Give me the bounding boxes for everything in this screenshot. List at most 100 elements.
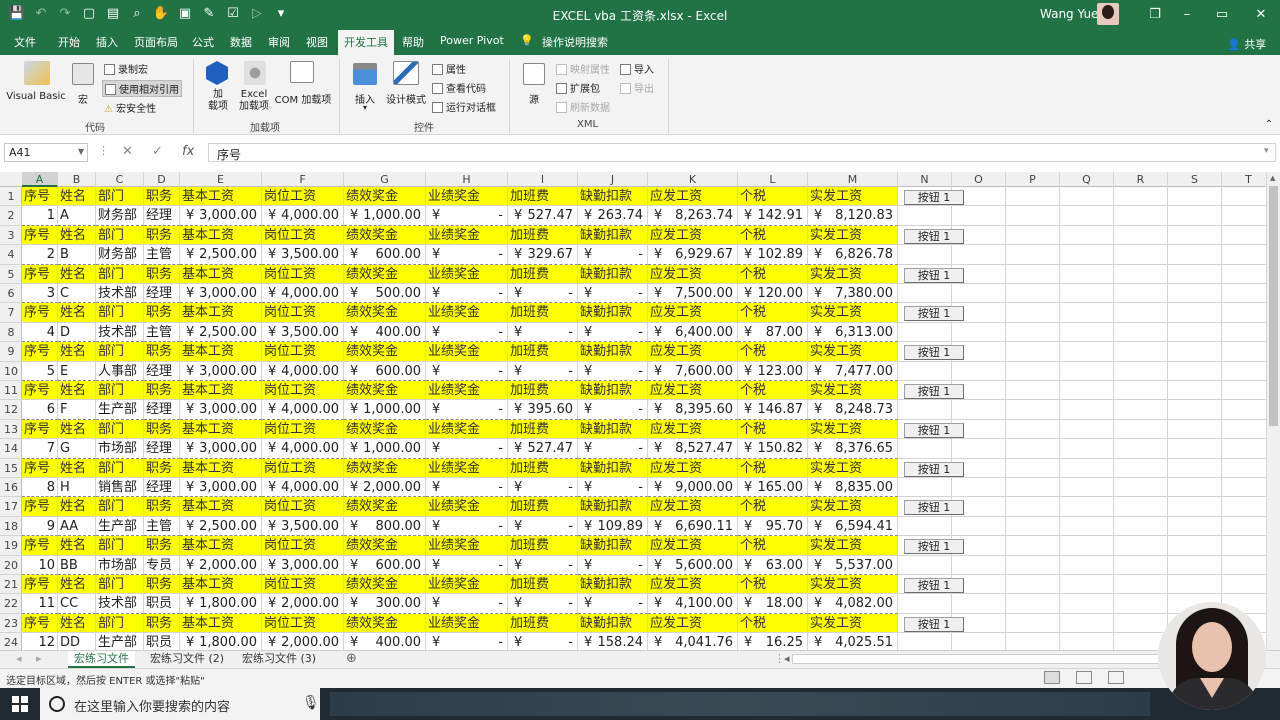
header-cell[interactable]: 姓名 — [58, 458, 96, 478]
data-cell[interactable]: CC — [58, 594, 96, 614]
empty-cell[interactable] — [1114, 361, 1168, 381]
empty-cell[interactable] — [1060, 303, 1114, 323]
empty-cell[interactable] — [1006, 400, 1060, 420]
close-icon[interactable]: ✕ — [1250, 4, 1272, 26]
data-cell[interactable]: ¥ - — [578, 361, 648, 381]
data-cell[interactable]: ¥ - — [426, 478, 508, 498]
data-cell[interactable]: H — [58, 478, 96, 498]
header-cell[interactable]: 加班费 — [508, 381, 578, 401]
data-cell[interactable]: ¥ - — [578, 439, 648, 459]
header-cell[interactable]: 缺勤扣款 — [578, 458, 648, 478]
header-cell[interactable]: 姓名 — [58, 419, 96, 440]
empty-cell[interactable] — [952, 594, 1006, 614]
data-cell[interactable]: ¥2,500.00 — [180, 516, 262, 537]
empty-cell[interactable] — [1114, 497, 1168, 517]
data-cell[interactable]: ¥3,500.00 — [262, 322, 344, 343]
formula-input[interactable]: 序号 — [208, 143, 1276, 162]
data-cell[interactable]: ¥150.82 — [738, 439, 808, 459]
empty-cell[interactable] — [952, 516, 1006, 537]
header-cell[interactable]: 序号 — [22, 575, 58, 595]
empty-cell[interactable] — [952, 555, 1006, 575]
empty-cell[interactable] — [1006, 575, 1060, 595]
header-cell[interactable]: 基本工资 — [180, 497, 262, 517]
data-cell[interactable]: ¥ - — [508, 555, 578, 575]
empty-cell[interactable] — [1168, 322, 1222, 343]
row-header[interactable]: 18 — [0, 517, 22, 537]
header-cell[interactable]: 岗位工资 — [262, 458, 344, 478]
empty-cell[interactable] — [898, 516, 952, 537]
tab-developer[interactable]: 开发工具 — [338, 30, 394, 55]
header-cell[interactable]: 缺勤扣款 — [578, 225, 648, 246]
empty-cell[interactable] — [1006, 419, 1060, 440]
header-cell[interactable]: 个税 — [738, 264, 808, 284]
header-cell[interactable]: 加班费 — [508, 342, 578, 362]
header-cell[interactable]: 应发工资 — [648, 303, 738, 323]
header-cell[interactable]: 个税 — [738, 458, 808, 478]
header-cell[interactable]: 职务 — [144, 497, 180, 517]
data-cell[interactable]: 人事部 — [96, 361, 144, 381]
empty-cell[interactable] — [1222, 265, 1266, 284]
data-cell[interactable]: ¥ - — [578, 245, 648, 265]
header-cell[interactable]: 实发工资 — [808, 613, 898, 634]
empty-cell[interactable] — [1222, 381, 1266, 401]
header-cell[interactable]: 实发工资 — [808, 381, 898, 401]
data-cell[interactable]: ¥ - — [426, 633, 508, 651]
header-cell[interactable]: 实发工资 — [808, 264, 898, 284]
header-cell[interactable]: 应发工资 — [648, 187, 738, 207]
data-cell[interactable]: ¥4,041.76 — [648, 633, 738, 651]
empty-cell[interactable] — [1222, 459, 1266, 478]
header-cell[interactable]: 部门 — [96, 613, 144, 634]
macro-button[interactable]: 按钮 1 — [904, 578, 964, 593]
header-cell[interactable]: 基本工资 — [180, 536, 262, 556]
data-cell[interactable]: ¥ - — [426, 555, 508, 575]
macro-button[interactable]: 按钮 1 — [904, 384, 964, 399]
empty-cell[interactable] — [1168, 361, 1222, 381]
empty-cell[interactable] — [898, 245, 952, 265]
empty-cell[interactable] — [1168, 555, 1222, 575]
empty-cell[interactable] — [1006, 303, 1060, 323]
data-cell[interactable]: ¥600.00 — [344, 361, 426, 381]
header-cell[interactable]: 绩效奖金 — [344, 225, 426, 246]
empty-cell[interactable] — [1060, 206, 1114, 226]
data-cell[interactable]: ¥1,000.00 — [344, 400, 426, 420]
taskbar-apps[interactable] — [330, 692, 1150, 716]
data-cell[interactable]: ¥ - — [508, 516, 578, 537]
empty-cell[interactable] — [1222, 245, 1266, 265]
data-cell[interactable]: ¥102.89 — [738, 245, 808, 265]
data-cell[interactable]: 经理 — [144, 439, 180, 459]
empty-cell[interactable] — [1222, 420, 1266, 440]
empty-cell[interactable] — [1114, 575, 1168, 595]
data-cell[interactable]: 财务部 — [96, 245, 144, 265]
empty-cell[interactable] — [1114, 613, 1168, 634]
header-cell[interactable]: 基本工资 — [180, 419, 262, 440]
sheet-tab-3[interactable]: 宏练习文件 (3) — [236, 651, 322, 668]
header-cell[interactable]: 基本工资 — [180, 458, 262, 478]
header-cell[interactable]: 职务 — [144, 303, 180, 323]
header-cell[interactable]: 姓名 — [58, 225, 96, 246]
data-cell[interactable]: ¥4,082.00 — [808, 594, 898, 614]
data-cell[interactable]: 市场部 — [96, 439, 144, 459]
empty-cell[interactable] — [1060, 342, 1114, 362]
column-header-g[interactable]: G — [344, 172, 426, 187]
data-cell[interactable]: ¥ - — [508, 322, 578, 343]
empty-cell[interactable] — [1168, 187, 1222, 207]
header-cell[interactable]: 业绩奖金 — [426, 497, 508, 517]
header-cell[interactable]: 部门 — [96, 303, 144, 323]
header-cell[interactable]: 加班费 — [508, 497, 578, 517]
empty-cell[interactable] — [1060, 555, 1114, 575]
header-cell[interactable]: 缺勤扣款 — [578, 342, 648, 362]
data-cell[interactable]: 经理 — [144, 361, 180, 381]
empty-cell[interactable] — [1168, 458, 1222, 478]
empty-cell[interactable] — [1006, 342, 1060, 362]
header-cell[interactable]: 姓名 — [58, 187, 96, 207]
header-cell[interactable]: 加班费 — [508, 536, 578, 556]
header-cell[interactable]: 业绩奖金 — [426, 342, 508, 362]
data-cell[interactable]: ¥ - — [508, 478, 578, 498]
header-cell[interactable]: 个税 — [738, 187, 808, 207]
empty-cell[interactable] — [1168, 381, 1222, 401]
macro-security-button[interactable]: ⚠ 宏安全性 — [104, 100, 156, 115]
header-cell[interactable]: 应发工资 — [648, 419, 738, 440]
empty-cell[interactable] — [1114, 342, 1168, 362]
data-cell[interactable]: ¥2,000.00 — [180, 555, 262, 575]
empty-cell[interactable] — [1060, 575, 1114, 595]
